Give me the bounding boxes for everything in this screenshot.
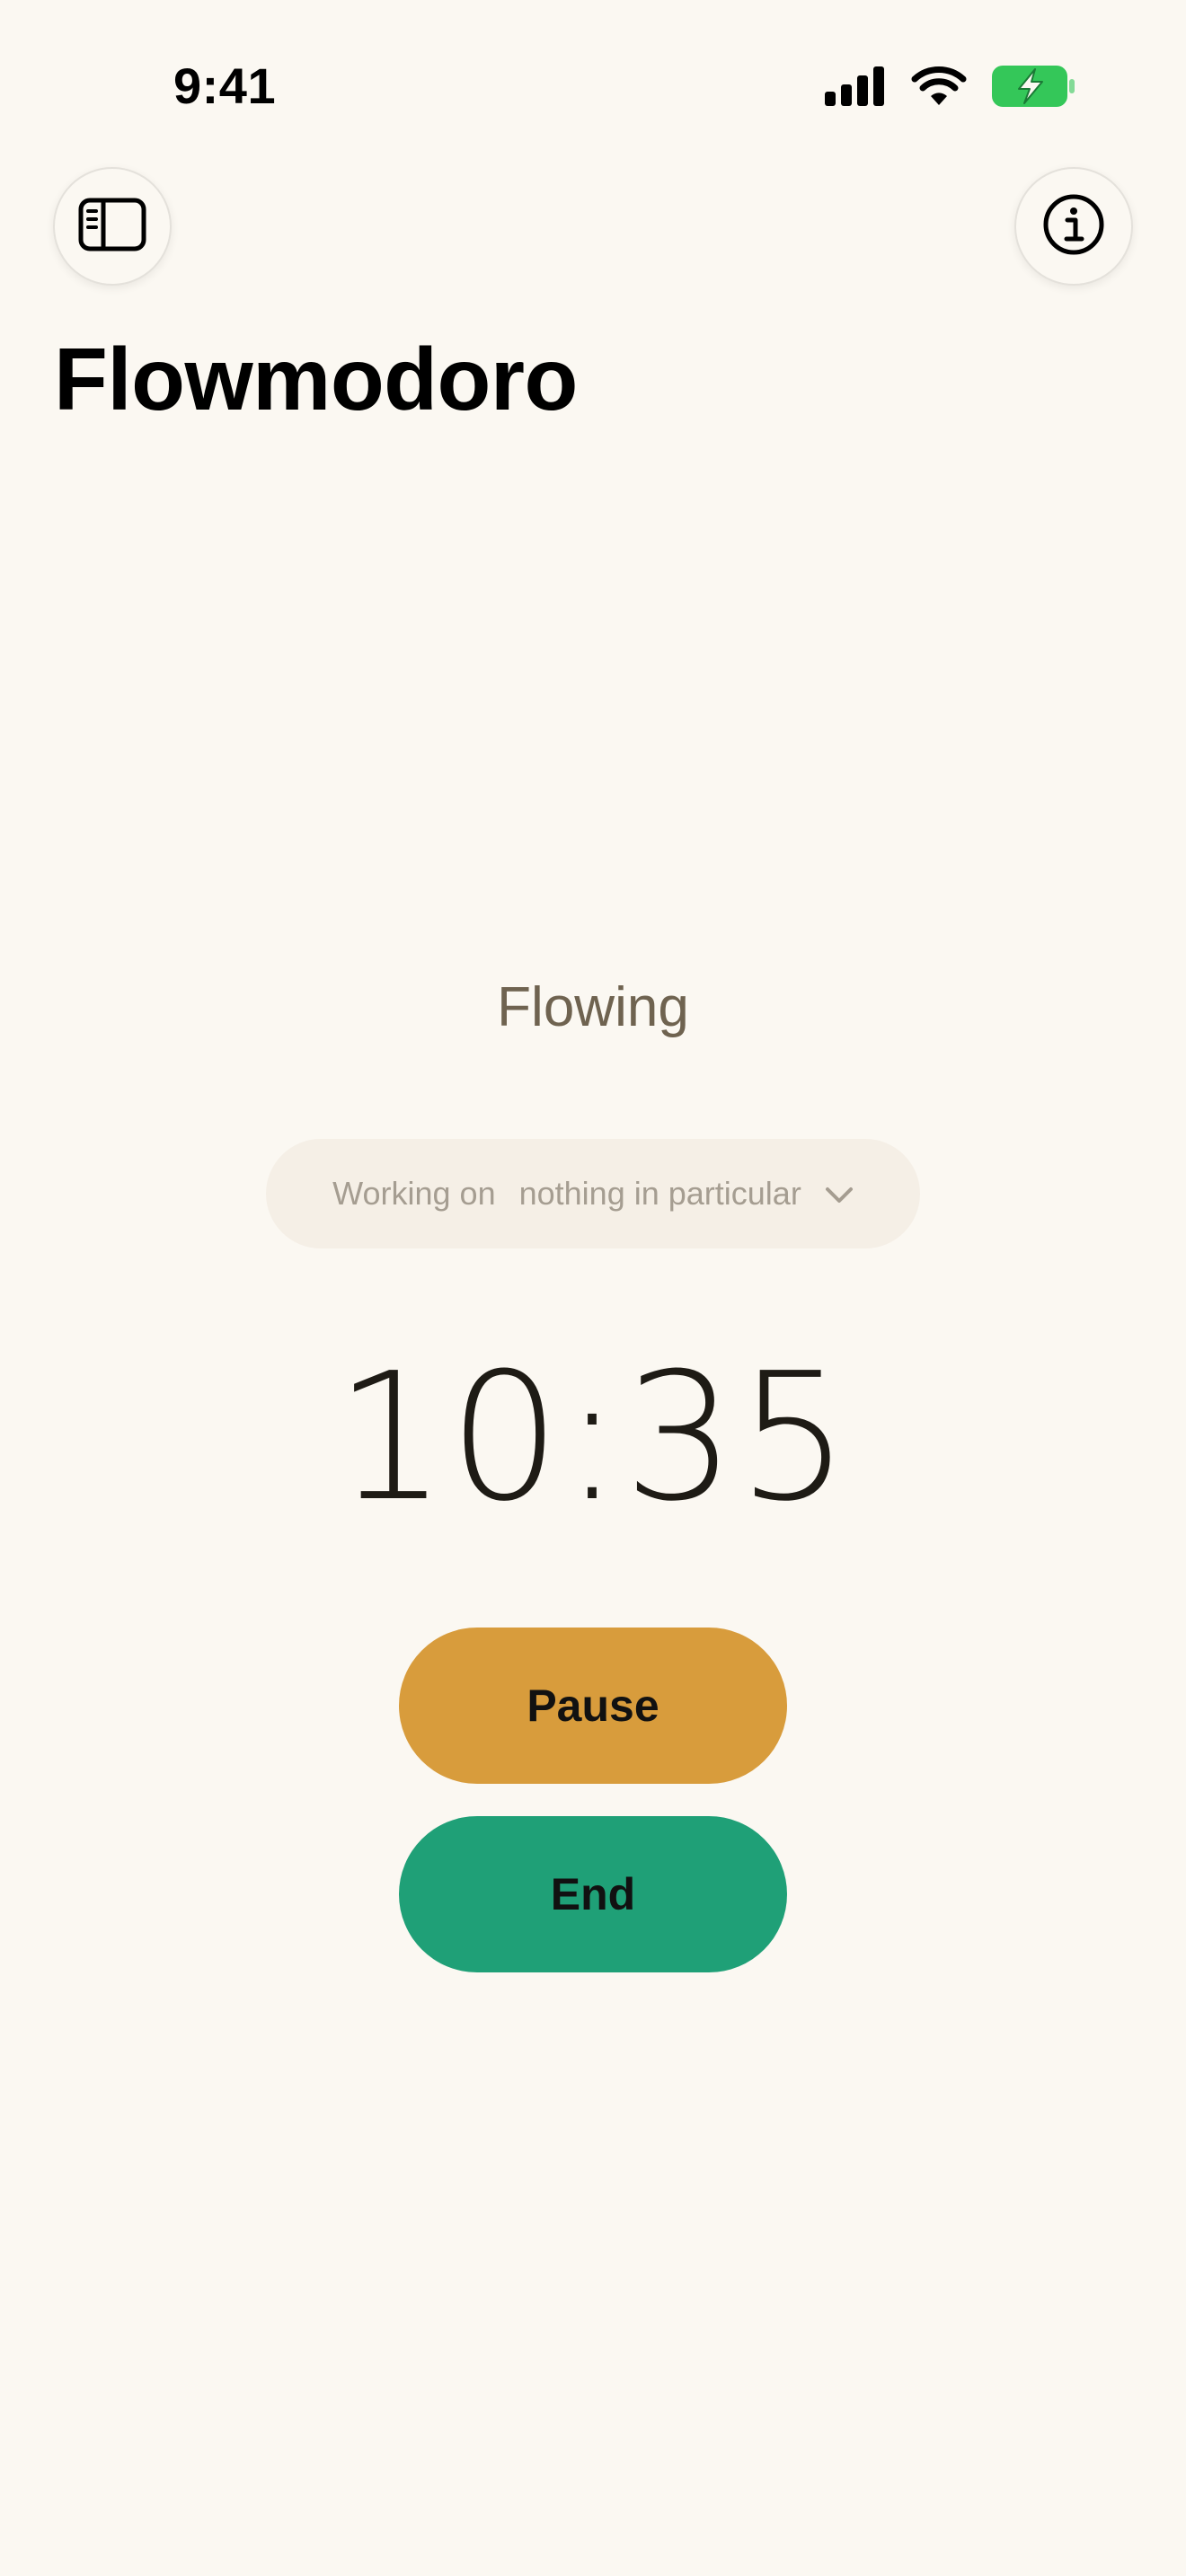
status-time: 9:41 [173, 57, 277, 114]
task-picker[interactable]: Working on nothing in particular [266, 1139, 920, 1248]
pause-button[interactable]: Pause [399, 1628, 787, 1784]
sidebar-toggle-button[interactable] [53, 167, 172, 286]
sidebar-icon [78, 198, 146, 256]
status-icons [825, 63, 1075, 110]
info-icon [1042, 193, 1105, 260]
end-button[interactable]: End [399, 1816, 787, 1972]
battery-charging-icon [992, 66, 1075, 107]
wifi-icon [911, 66, 967, 107]
app-screen: 9:41 Flowmodoro Flowing Working on nothi… [0, 0, 1186, 2576]
cellular-signal-icon [825, 66, 886, 106]
chevron-down-icon [825, 1175, 854, 1213]
task-prefix-label: Working on [332, 1175, 496, 1212]
session-state-label: Flowing [497, 976, 689, 1038]
task-value-label: nothing in particular [518, 1175, 801, 1212]
info-button[interactable] [1014, 167, 1133, 286]
timer-display: 10:35 [334, 1336, 852, 1540]
page-title: Flowmodoro [54, 330, 578, 428]
